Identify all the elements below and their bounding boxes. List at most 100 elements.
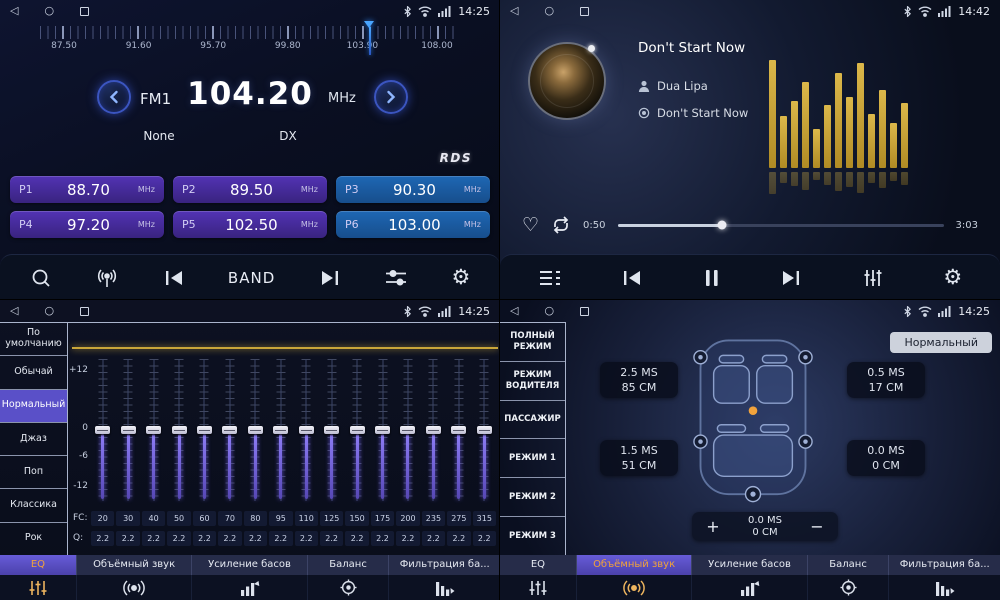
front-left-delay[interactable]: 2.5 MS 85 CM [600,362,678,398]
radio-preset-p1[interactable]: P188.70MHz [10,176,164,203]
eq-preset-item[interactable]: Джаз [0,423,67,456]
back-icon[interactable]: ◁ [10,0,18,22]
tab-bass-boost[interactable]: Усиление басов [192,555,307,600]
tab-balance[interactable]: Баланс [308,555,390,600]
eq-preset-item[interactable]: Нормальный [0,390,67,423]
eq-band-slider[interactable] [166,359,191,501]
stations-button[interactable] [95,267,119,289]
eq-band-slider[interactable] [472,359,497,501]
eq-band-slider[interactable] [243,359,268,501]
slider-knob[interactable] [222,426,237,434]
tab-filter[interactable]: Фильтрация ба... [889,555,1000,600]
radio-preset-p2[interactable]: P289.50MHz [173,176,327,203]
home-icon[interactable]: ○ [44,300,54,322]
pause-button[interactable] [703,268,721,288]
album-art[interactable] [528,42,606,120]
surround-mode-item[interactable]: РЕЖИМ 2 [500,478,565,517]
surround-mode-item[interactable]: РЕЖИМ ВОДИТЕЛЯ [500,362,565,401]
settings-button[interactable]: ⚙ [451,267,470,288]
slider-knob[interactable] [95,426,110,434]
eq-band-slider[interactable] [370,359,395,501]
surround-mode-item[interactable]: РЕЖИМ 1 [500,439,565,478]
recents-icon[interactable] [80,307,89,316]
slider-knob[interactable] [426,426,441,434]
slider-knob[interactable] [451,426,466,434]
eq-preset-item[interactable]: Классика [0,489,67,522]
recents-icon[interactable] [580,307,589,316]
repeat-icon[interactable] [551,216,571,234]
tab-surround-sound[interactable]: Объёмный звук [577,555,692,600]
eq-band-slider[interactable] [268,359,293,501]
slider-knob[interactable] [172,426,187,434]
frequency-ruler[interactable] [40,26,460,39]
eq-band-slider[interactable] [141,359,166,501]
eq-preset-item[interactable]: Поп [0,456,67,489]
sound-profile-button[interactable]: Нормальный [890,332,992,353]
rear-left-delay[interactable]: 1.5 MS 51 CM [600,440,678,476]
home-icon[interactable]: ○ [44,0,54,22]
prev-station-button[interactable] [163,269,185,287]
eq-band-slider[interactable] [319,359,344,501]
radio-preset-p6[interactable]: P6103.00MHz [336,211,490,238]
home-icon[interactable]: ○ [544,0,554,22]
eq-band-slider[interactable] [294,359,319,501]
decrease-delay-button[interactable]: − [806,519,828,535]
dx-indicator[interactable]: DX [272,129,304,143]
settings-button[interactable]: ⚙ [943,267,962,288]
tab-filter[interactable]: Фильтрация ба... [389,555,500,600]
recents-icon[interactable] [80,7,89,16]
progress-bar[interactable] [618,224,944,227]
recents-icon[interactable] [580,7,589,16]
slider-knob[interactable] [299,426,314,434]
next-track-button[interactable] [780,269,802,287]
increase-delay-button[interactable]: + [702,519,724,535]
surround-mode-item[interactable]: ПАССАЖИР [500,401,565,440]
eq-band-slider[interactable] [344,359,369,501]
back-icon[interactable]: ◁ [510,300,518,322]
eq-band-slider[interactable] [421,359,446,501]
tab-surround-sound[interactable]: Объёмный звук [77,555,192,600]
playlist-button[interactable] [538,269,562,287]
slider-knob[interactable] [248,426,263,434]
slider-knob[interactable] [146,426,161,434]
seek-up-button[interactable] [374,80,408,114]
favorite-icon[interactable]: ♡ [522,216,539,235]
eq-band-slider[interactable] [90,359,115,501]
radio-preset-p5[interactable]: P5102.50MHz [173,211,327,238]
eq-band-slider[interactable] [395,359,420,501]
slider-knob[interactable] [121,426,136,434]
slider-knob[interactable] [375,426,390,434]
slider-knob[interactable] [273,426,288,434]
band-button[interactable]: BAND [228,269,275,287]
equalizer-button[interactable] [862,268,884,288]
eq-band-slider[interactable] [446,359,471,501]
equalizer-button[interactable] [384,268,408,288]
slider-knob[interactable] [350,426,365,434]
rear-right-delay[interactable]: 0.0 MS 0 CM [847,440,925,476]
tab-eq[interactable]: EQ [500,555,577,600]
eq-band-slider[interactable] [192,359,217,501]
tab-balance[interactable]: Баланс [808,555,890,600]
eq-band-slider[interactable] [217,359,242,501]
back-icon[interactable]: ◁ [510,0,518,22]
scan-button[interactable] [30,267,52,289]
front-right-delay[interactable]: 0.5 MS 17 CM [847,362,925,398]
previous-track-button[interactable] [621,269,643,287]
eq-preset-item[interactable]: Обычай [0,356,67,389]
eq-preset-item[interactable]: Рок [0,523,67,555]
slider-knob[interactable] [324,426,339,434]
back-icon[interactable]: ◁ [10,300,18,322]
eq-preset-item[interactable]: По умолчанию [0,323,67,356]
home-icon[interactable]: ○ [544,300,554,322]
surround-mode-item[interactable]: ПОЛНЫЙ РЕЖИМ [500,323,565,362]
eq-band-slider[interactable] [115,359,140,501]
slider-knob[interactable] [400,426,415,434]
surround-mode-item[interactable]: РЕЖИМ 3 [500,517,565,555]
radio-preset-p4[interactable]: P497.20MHz [10,211,164,238]
slider-knob[interactable] [477,426,492,434]
slider-knob[interactable] [197,426,212,434]
tab-eq[interactable]: EQ [0,555,77,600]
radio-preset-p3[interactable]: P390.30MHz [336,176,490,203]
progress-knob[interactable] [717,221,726,230]
tab-bass-boost[interactable]: Усиление басов [692,555,807,600]
